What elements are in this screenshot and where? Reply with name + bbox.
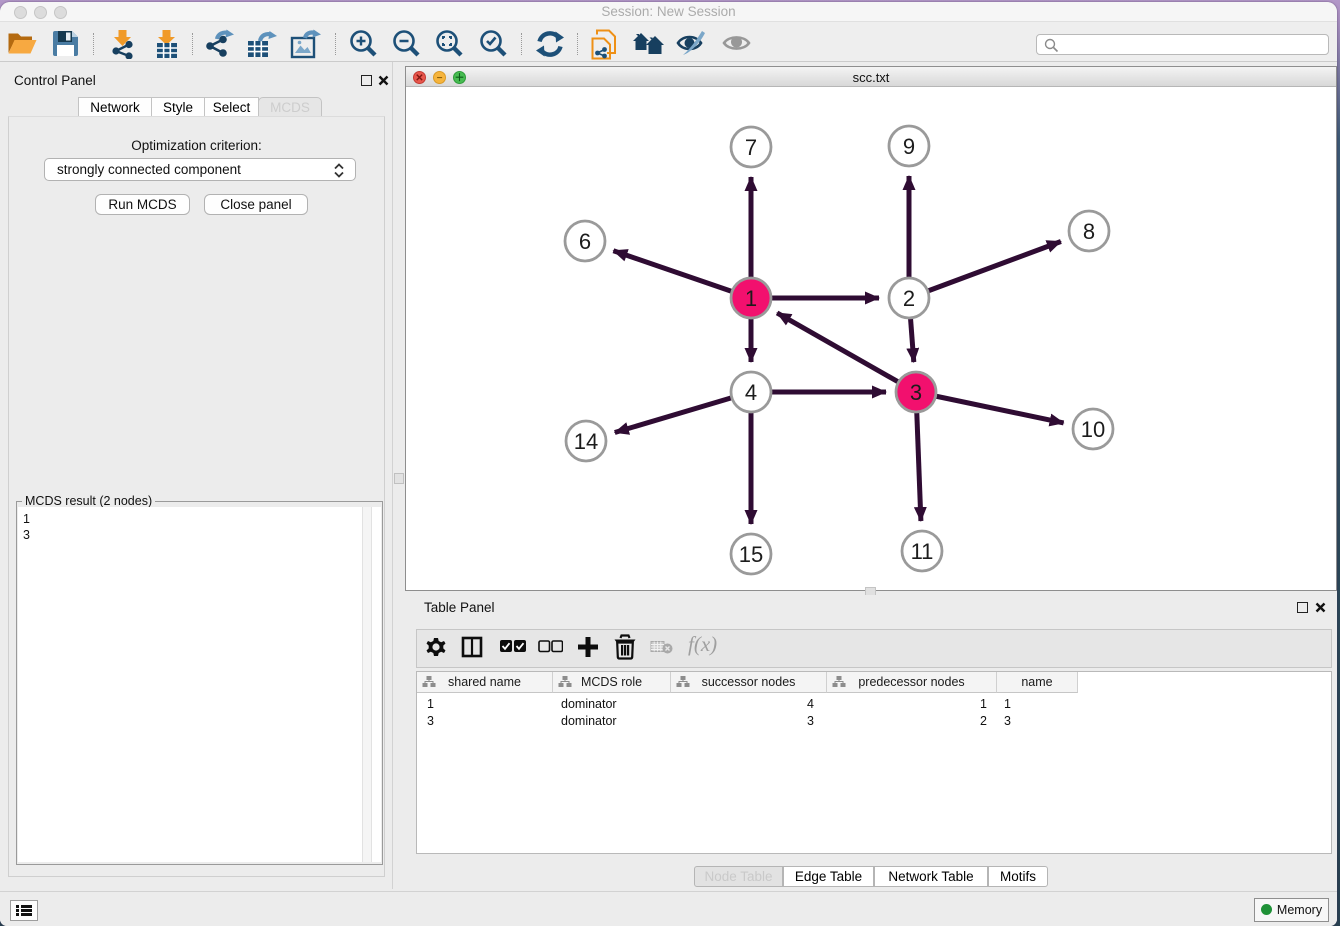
- svg-text:7: 7: [745, 135, 757, 160]
- svg-text:2: 2: [903, 286, 915, 311]
- svg-text:14: 14: [574, 429, 598, 454]
- svg-text:15: 15: [739, 542, 763, 567]
- svg-text:1: 1: [745, 286, 757, 311]
- svg-text:11: 11: [911, 539, 934, 564]
- svg-text:8: 8: [1083, 219, 1095, 244]
- svg-text:6: 6: [579, 229, 591, 254]
- svg-text:4: 4: [745, 380, 757, 405]
- svg-text:3: 3: [910, 380, 922, 405]
- svg-text:10: 10: [1081, 417, 1105, 442]
- svg-text:9: 9: [903, 134, 915, 159]
